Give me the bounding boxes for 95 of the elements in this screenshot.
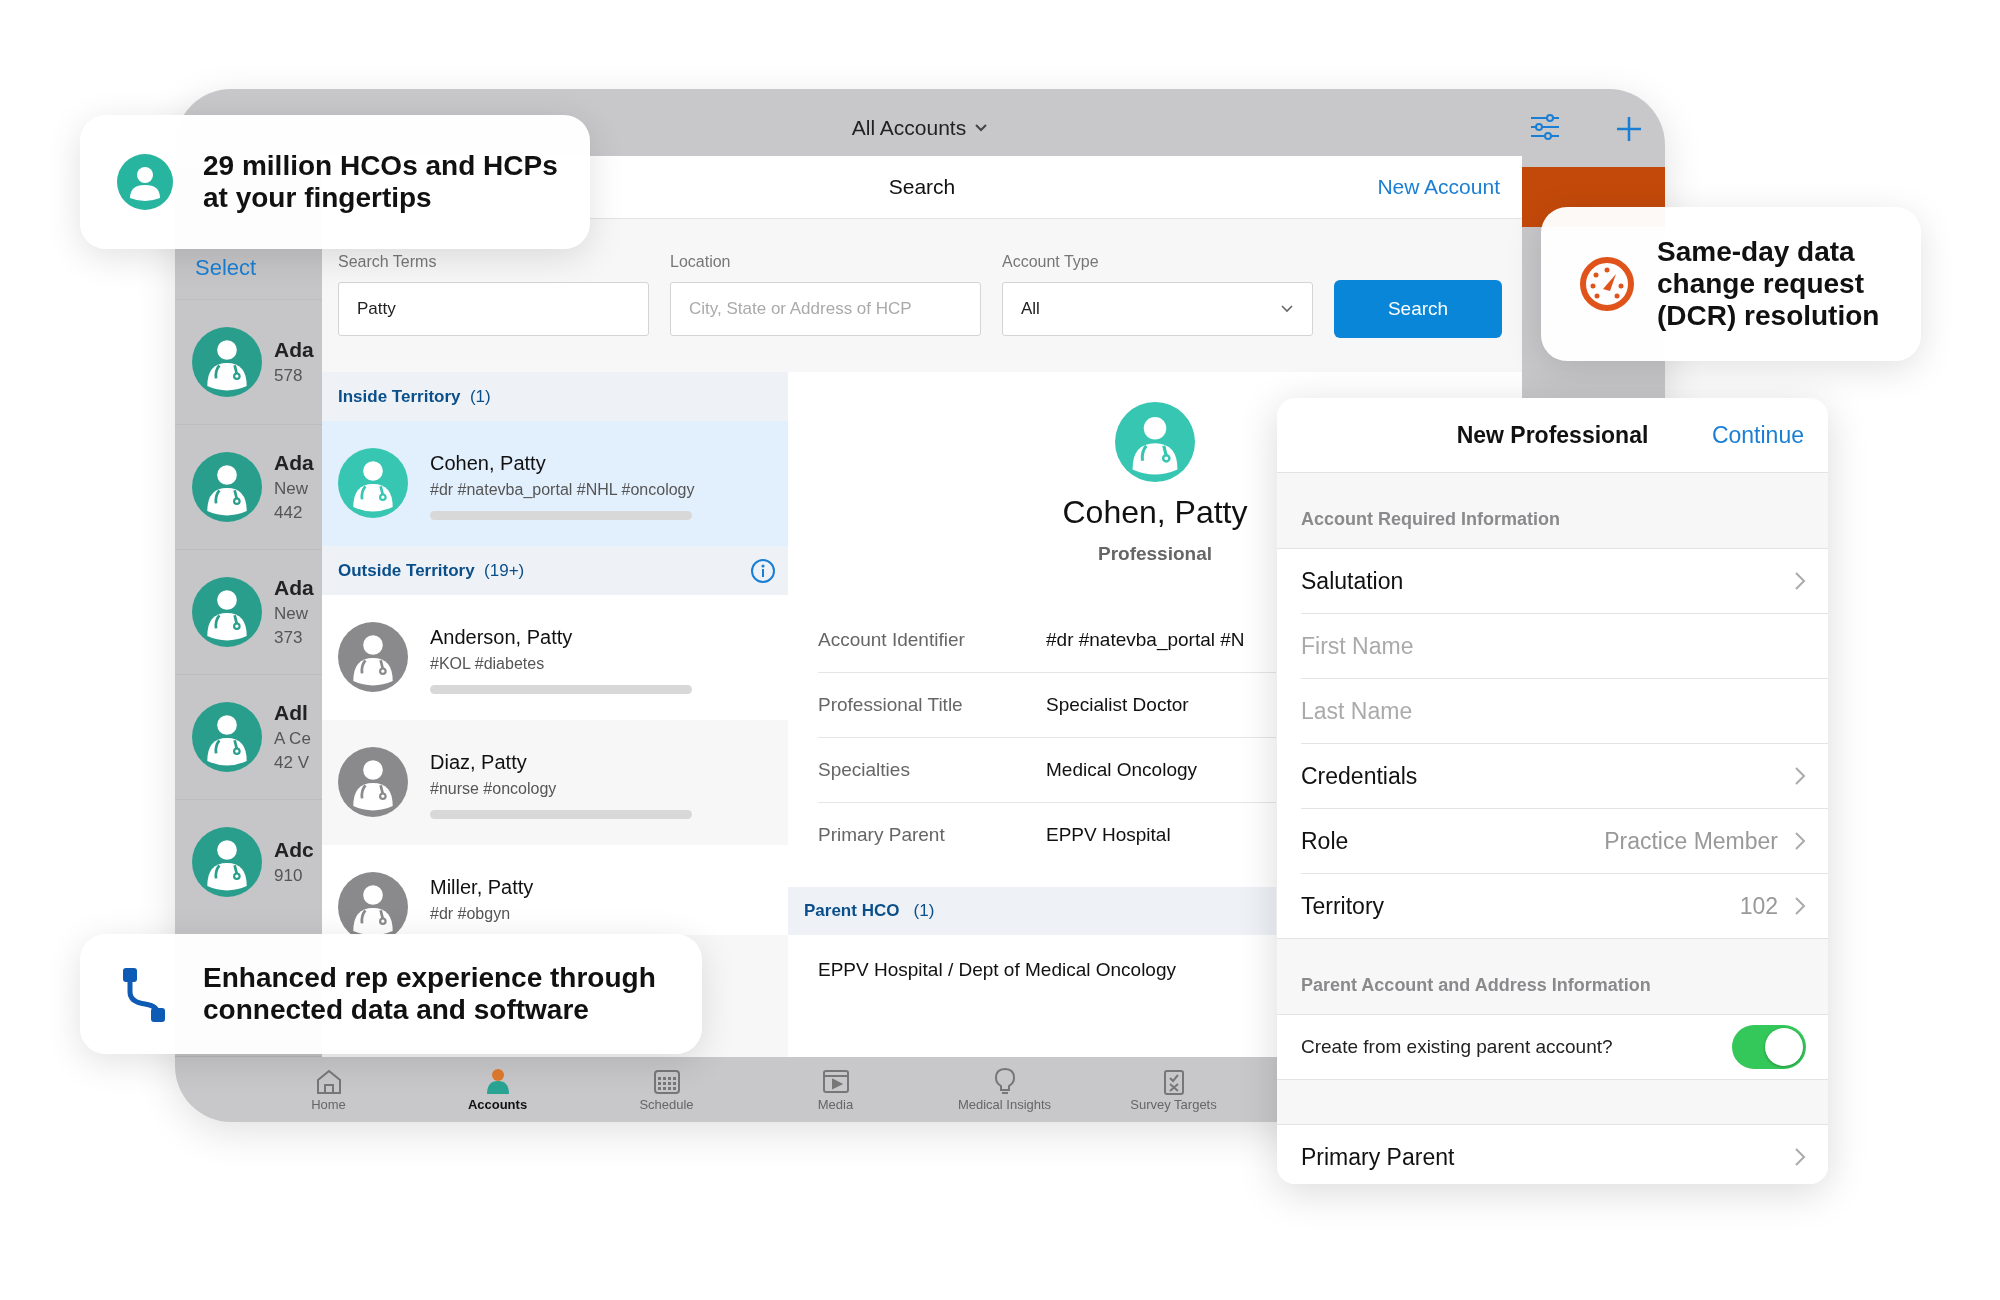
field-label: Specialties <box>818 759 911 781</box>
doctor-avatar-icon <box>192 702 262 772</box>
account-detail: 373 <box>274 628 304 648</box>
section-title: Inside Territory (1) <box>338 386 491 407</box>
account-row[interactable]: Ada New 373 <box>175 549 322 674</box>
input-field[interactable]: First Name <box>1301 626 1806 666</box>
result-name: Anderson, Patty <box>430 626 574 649</box>
field-label[interactable]: Territory <box>1301 892 1740 920</box>
tab[interactable]: Accounts <box>413 1067 582 1112</box>
info-icon[interactable] <box>750 557 776 584</box>
doctor-avatar-icon <box>192 452 262 522</box>
section-title: Parent Account and Address Information <box>1301 975 1651 996</box>
tab[interactable]: Media <box>751 1067 920 1112</box>
account-row[interactable]: Adc 910 <box>175 799 322 924</box>
account-row[interactable]: Adl A Ce 42 V <box>175 674 322 799</box>
chevron-right-icon[interactable] <box>1794 896 1806 916</box>
account-detail: New <box>274 479 309 499</box>
callout-text: Enhanced rep experience through connected data and software <box>203 961 657 1027</box>
account-name: Adl <box>274 701 309 725</box>
tab[interactable]: Medical Insights <box>920 1067 1089 1112</box>
result-tags: #KOL #diabetes <box>430 655 692 673</box>
doctor-avatar-icon <box>192 577 262 647</box>
person-icon <box>117 154 173 210</box>
calendar-icon <box>651 1067 682 1095</box>
account-name: Cohen, Patty <box>1062 494 1248 531</box>
field-label: Location <box>670 253 732 272</box>
account-row[interactable]: Ada 578 <box>175 299 322 424</box>
account-detail: 578 <box>274 366 304 386</box>
result-name: Diaz, Patty <box>430 751 528 774</box>
chevron-down-icon <box>1280 304 1294 314</box>
chevron-right-icon[interactable] <box>1794 1147 1806 1167</box>
field-label[interactable]: Salutation <box>1301 567 1794 595</box>
parent-account[interactable]: EPPV Hospital / Dept of Medical Oncology <box>818 959 1176 981</box>
account-type: Professional <box>1097 543 1212 565</box>
field-label: Account Identifier <box>818 629 966 651</box>
continue-link[interactable]: Continue <box>1711 421 1804 449</box>
field-label[interactable]: Credentials <box>1301 762 1794 790</box>
account-detail: 442 <box>274 503 304 523</box>
field-label: Professional Title <box>818 694 964 716</box>
result-row[interactable]: Diaz, Patty #nurse #oncology <box>322 720 788 845</box>
account-detail: 910 <box>274 866 304 886</box>
field-value: Practice Member <box>1604 827 1778 855</box>
field-label[interactable]: Role <box>1301 827 1605 855</box>
tab[interactable]: Survey Targets <box>1089 1067 1258 1112</box>
doctor-avatar-icon <box>1115 402 1195 482</box>
callout-text: Same-day data change request (DCR) resolution <box>1657 235 1881 333</box>
account-name: Ada <box>274 338 314 362</box>
result-tags: #dr #obgyn <box>430 905 534 923</box>
result-name: Miller, Patty <box>430 876 534 899</box>
tab[interactable]: Home <box>244 1067 413 1112</box>
result-tags: #dr #natevba_portal #NHL #oncology <box>430 481 695 499</box>
account-detail: A Ce <box>274 729 311 749</box>
account-name: Ada <box>274 451 314 475</box>
gauge-icon <box>1579 256 1635 312</box>
field-value: Medical Oncology <box>1046 759 1198 781</box>
account-name: Ada <box>274 576 314 600</box>
doctor-avatar-icon <box>192 327 262 397</box>
field-label: Primary Parent <box>818 824 946 846</box>
account-type-select[interactable]: All <box>1002 282 1313 336</box>
input-field[interactable]: City, State or Address of HCP <box>670 282 981 336</box>
field-label: Account Type <box>1002 253 1100 272</box>
result-name: Cohen, Patty <box>430 452 547 475</box>
tab[interactable]: Schedule <box>582 1067 751 1112</box>
panel-title: Search <box>888 175 956 199</box>
callout-text: 29 million HCOs and HCPs at your fingertips <box>203 149 559 215</box>
video-icon <box>820 1067 851 1095</box>
field-label: Search Terms <box>338 253 438 272</box>
field-value: Specialist Doctor <box>1046 694 1189 716</box>
panel-title: New Professional <box>1456 421 1649 449</box>
account-detail: 42 V <box>274 753 310 773</box>
field-value: EPPV Hospital <box>1046 824 1171 846</box>
add-icon[interactable] <box>1615 115 1643 143</box>
field-label: Create from existing parent account? <box>1301 1036 1614 1058</box>
account-name: Adc <box>274 838 314 862</box>
filter-icon[interactable] <box>1529 113 1561 141</box>
result-row[interactable]: Cohen, Patty #dr #natevba_portal #NHL #oncology <box>322 421 788 546</box>
doctor-avatar-icon <box>192 827 262 897</box>
view-title[interactable]: All Accounts <box>851 116 967 140</box>
chevron-right-icon[interactable] <box>1794 831 1806 851</box>
input-field[interactable]: Last Name <box>1301 691 1806 731</box>
field-value: 102 <box>1739 892 1778 920</box>
section-title: Outside Territory (19+) <box>338 560 525 581</box>
field-value: #dr #natevba_portal #N <box>1046 629 1245 651</box>
chevron-down-icon[interactable] <box>974 123 989 133</box>
input-field[interactable]: Patty <box>338 282 649 336</box>
section-title: Parent HCO (1) <box>804 901 935 921</box>
result-tags: #nurse #oncology <box>430 780 692 798</box>
section-title: Account Required Information <box>1301 509 1560 530</box>
account-detail: New <box>274 604 309 624</box>
search-button[interactable]: Search <box>1334 280 1502 338</box>
chevron-right-icon[interactable] <box>1794 571 1806 591</box>
account-row[interactable]: Ada New 442 <box>175 424 322 549</box>
chevron-right-icon[interactable] <box>1794 766 1806 786</box>
new-account-link[interactable]: New Account <box>1377 175 1500 199</box>
toggle-switch[interactable] <box>1732 1025 1806 1069</box>
